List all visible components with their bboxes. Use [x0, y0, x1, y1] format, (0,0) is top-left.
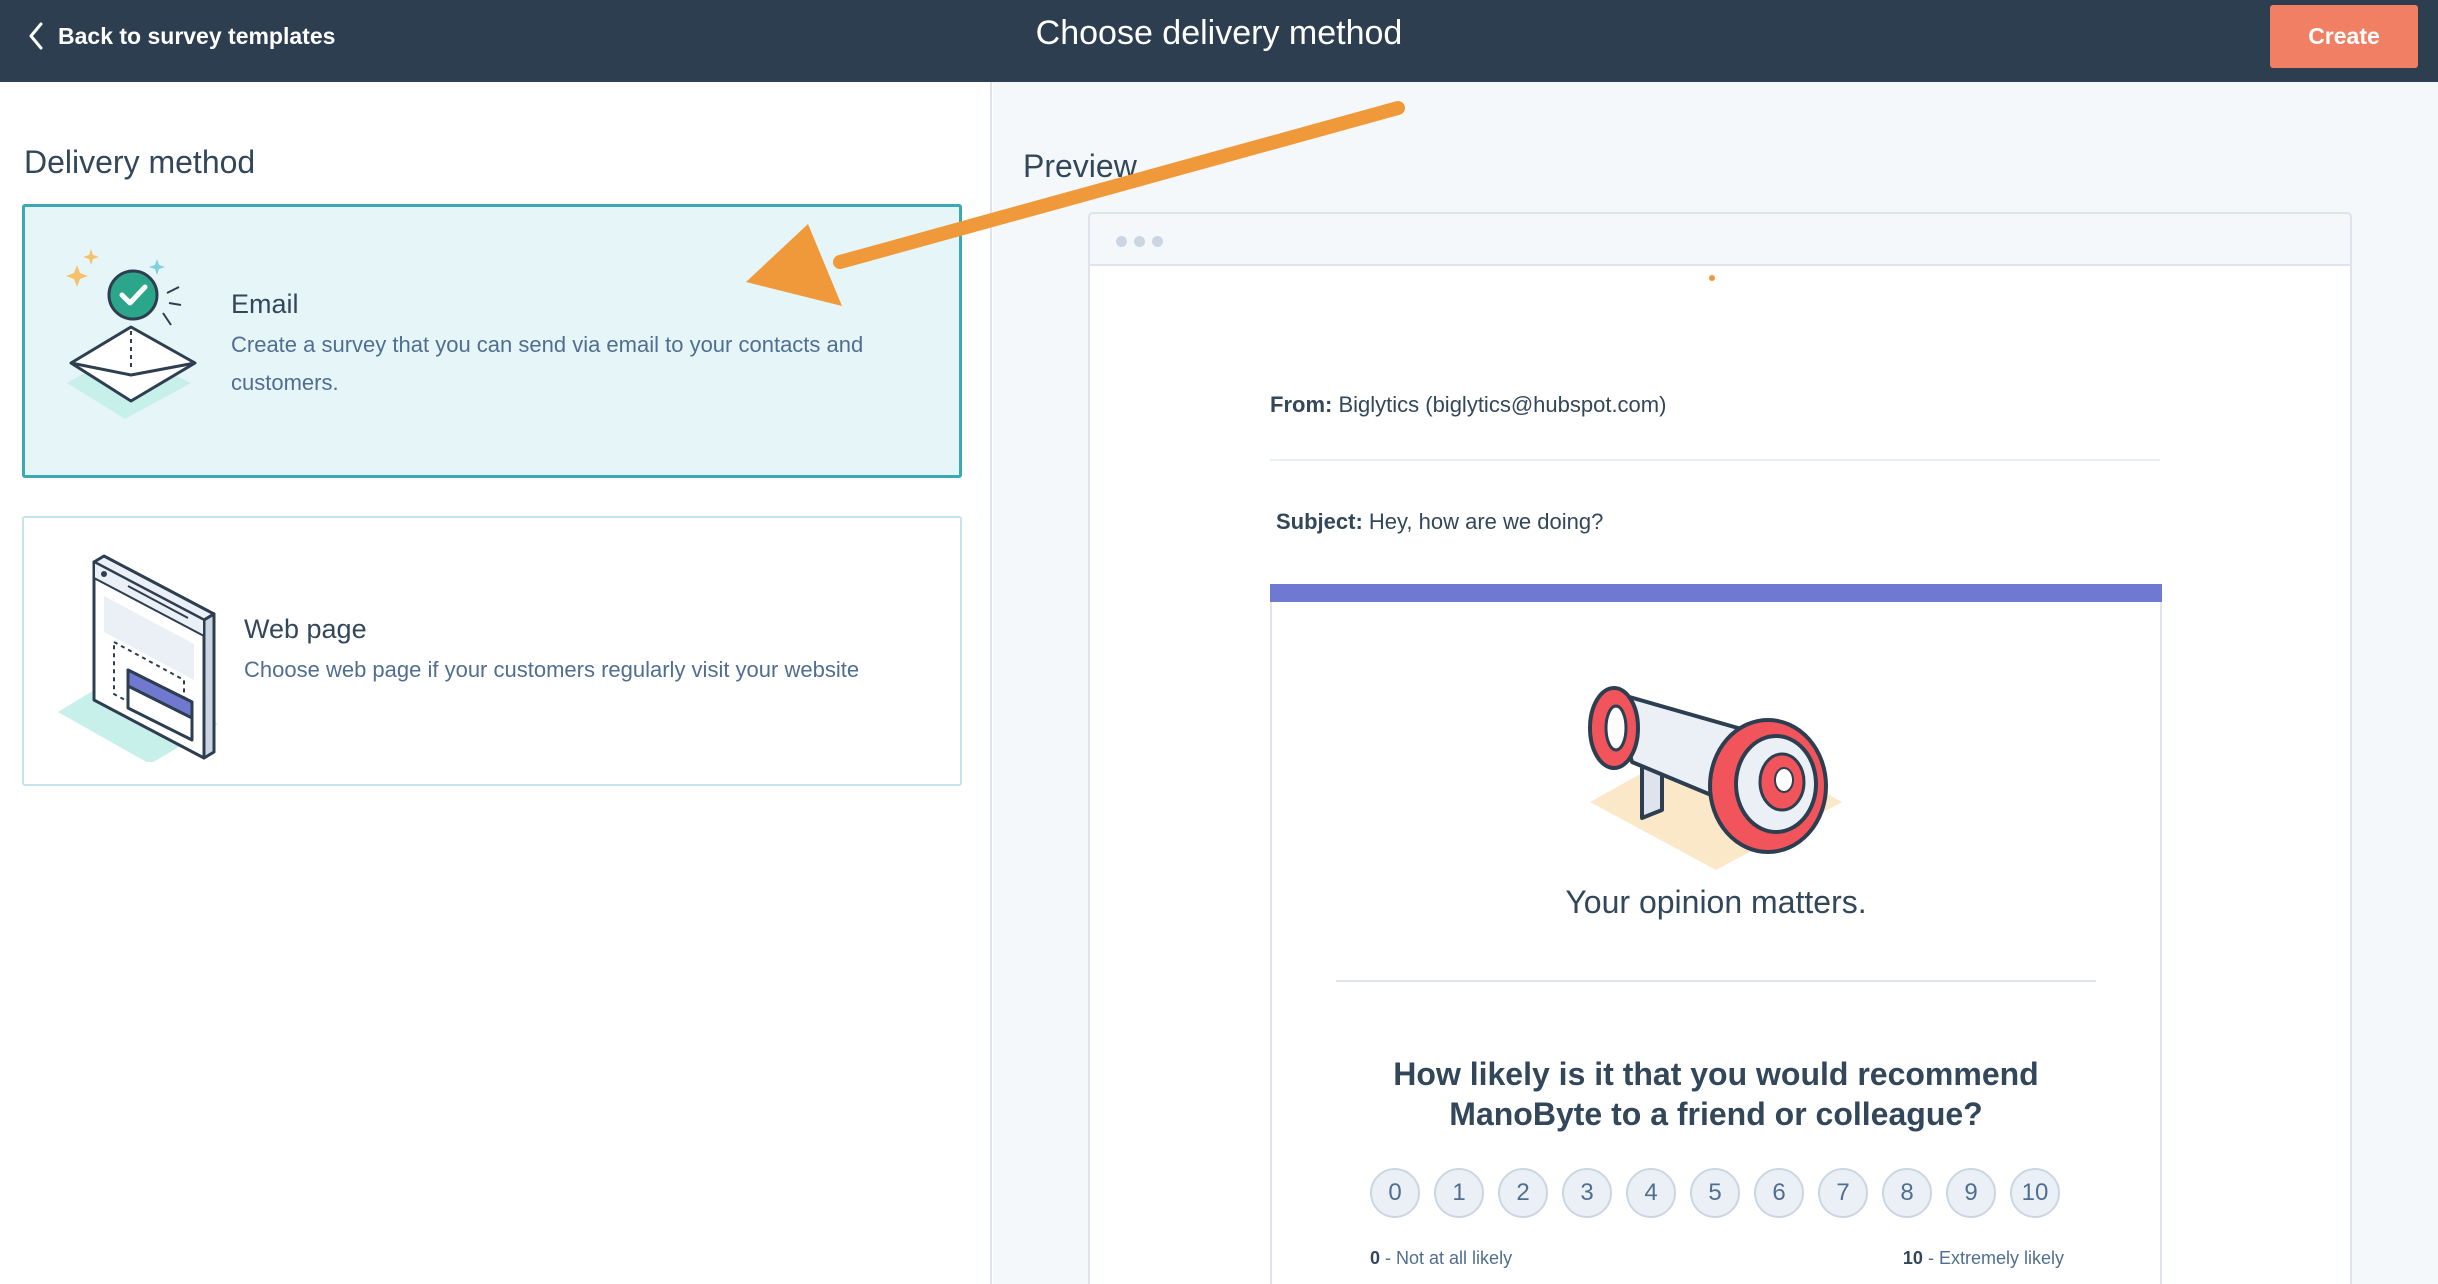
scale-option-3[interactable]: 3 [1562, 1168, 1612, 1218]
scale-option-5[interactable]: 5 [1690, 1168, 1740, 1218]
scale-option-9[interactable]: 9 [1946, 1168, 1996, 1218]
meta-divider [1270, 459, 2160, 461]
survey-color-band [1270, 584, 2162, 602]
from-label: From: [1270, 392, 1333, 417]
scale-option-4[interactable]: 4 [1626, 1168, 1676, 1218]
preview-window-bar [1090, 214, 2350, 266]
subject-label: Subject: [1276, 509, 1363, 534]
scale-option-7[interactable]: 7 [1818, 1168, 1868, 1218]
chevron-left-icon [29, 22, 43, 50]
from-value: Biglytics (biglytics@hubspot.com) [1338, 392, 1667, 417]
email-option-heading: Email [231, 289, 299, 319]
window-dot-icon [1116, 236, 1127, 247]
nps-scale: 0 1 2 3 4 5 6 7 8 9 10 [1370, 1168, 2070, 1220]
back-to-templates-link[interactable]: Back to survey templates [28, 0, 335, 72]
question-line-1: How likely is it that you would recommen… [1393, 1056, 2039, 1092]
megaphone-icon [1588, 686, 1842, 870]
create-button[interactable]: Create [2270, 5, 2418, 68]
email-from: From: Biglytics (biglytics@hubspot.com) [1270, 392, 1666, 418]
scale-low-number: 0 [1370, 1248, 1381, 1268]
survey-email-body: Your opinion matters. How likely is it t… [1270, 584, 2162, 1284]
scale-option-10[interactable]: 10 [2010, 1168, 2060, 1218]
email-subject: Subject: Hey, how are we doing? [1276, 509, 1603, 535]
delivery-method-title: Delivery method [24, 144, 256, 180]
scale-high-text: - Extremely likely [1927, 1248, 2064, 1268]
scale-option-0[interactable]: 0 [1370, 1168, 1420, 1218]
scale-option-8[interactable]: 8 [1882, 1168, 1932, 1218]
subject-value: Hey, how are we doing? [1368, 509, 1604, 534]
preview-title: Preview [1023, 148, 1137, 184]
top-bar: Back to survey templates Choose delivery… [0, 0, 2438, 82]
web-page-option-description: Choose web page if your customers regula… [244, 657, 860, 682]
window-dot-icon [1134, 236, 1145, 247]
back-link-label: Back to survey templates [58, 22, 336, 49]
scale-option-6[interactable]: 6 [1754, 1168, 1804, 1218]
opinion-text: Your opinion matters. [1565, 884, 1867, 920]
question-line-2: ManoByte to a friend or colleague? [1449, 1096, 1983, 1132]
email-envelope-icon [66, 249, 197, 419]
preview-panel: Preview From: Biglytics (biglytics@hubsp… [993, 82, 2438, 1284]
scale-option-1[interactable]: 1 [1434, 1168, 1484, 1218]
window-dot-icon [1152, 236, 1163, 247]
web-page-option-card[interactable]: Web page Choose web page if your custome… [22, 516, 962, 786]
scale-option-2[interactable]: 2 [1498, 1168, 1548, 1218]
nps-question: How likely is it that you would recommen… [1272, 1054, 2160, 1134]
scale-low-label: 0 - Not at all likely [1370, 1248, 1512, 1269]
scale-high-label: 10 - Extremely likely [1903, 1248, 2064, 1269]
scale-low-text: - Not at all likely [1385, 1248, 1513, 1268]
web-page-icon [58, 554, 218, 762]
email-option-description: Create a survey that you can send via em… [231, 332, 864, 395]
delivery-method-panel: Delivery method Email Create a survey th… [0, 82, 992, 1284]
scale-high-number: 10 [1902, 1248, 1923, 1268]
email-preview-window: From: Biglytics (biglytics@hubspot.com) … [1088, 212, 2352, 1284]
page-title: Choose delivery method [1035, 14, 1403, 52]
email-option-card[interactable]: Email Create a survey that you can send … [22, 204, 962, 478]
survey-divider [1336, 980, 2096, 982]
web-page-option-heading: Web page [244, 614, 367, 644]
